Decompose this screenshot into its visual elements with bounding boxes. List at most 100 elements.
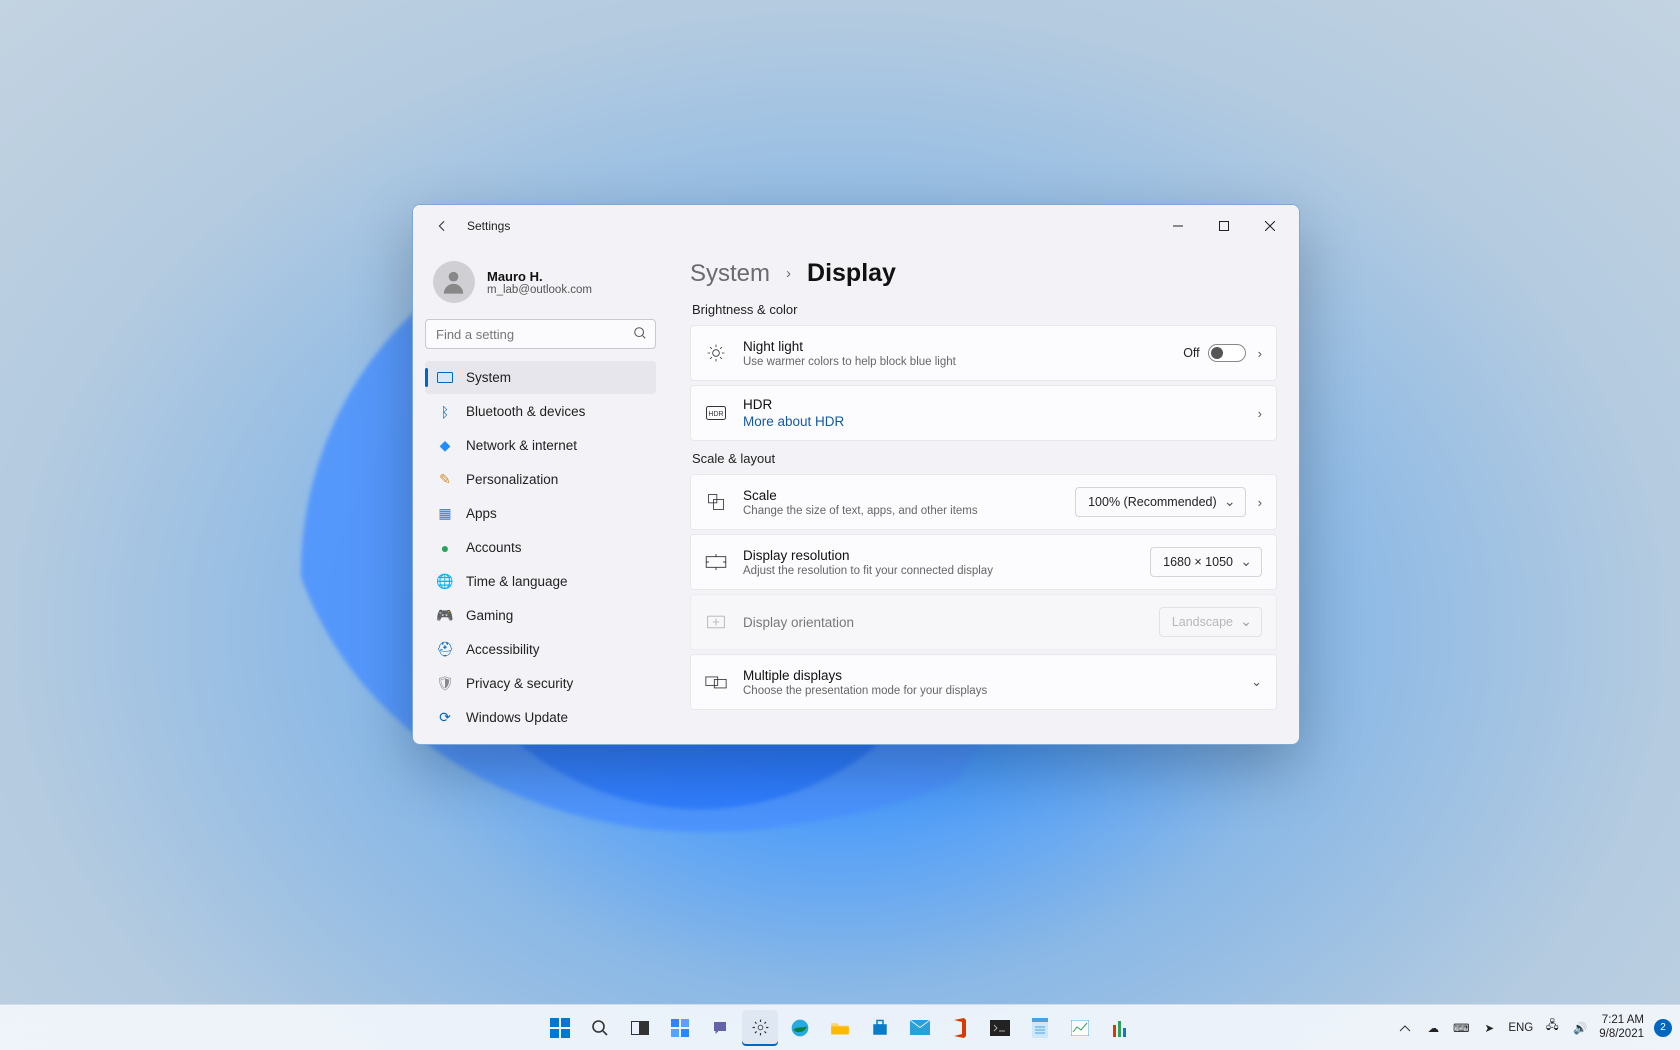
location-icon[interactable]: ➤ (1480, 1019, 1498, 1037)
maximize-icon (1219, 221, 1229, 231)
keyboard-icon[interactable]: ⌨ (1452, 1019, 1470, 1037)
row-night-light[interactable]: Night light Use warmer colors to help bl… (690, 325, 1277, 381)
taskview-icon (631, 1021, 649, 1035)
widgets-button[interactable] (662, 1010, 698, 1046)
terminal-button[interactable] (982, 1010, 1018, 1046)
avatar (433, 261, 475, 303)
onedrive-icon[interactable]: ☁ (1424, 1019, 1442, 1037)
breadcrumb-leaf: Display (807, 259, 896, 288)
multi-display-icon (705, 674, 727, 690)
office-button[interactable] (942, 1010, 978, 1046)
taskbar-center (542, 1010, 1138, 1046)
tray-overflow-button[interactable] (1396, 1019, 1414, 1037)
chat-button[interactable] (702, 1010, 738, 1046)
close-icon (1265, 221, 1275, 231)
start-button[interactable] (542, 1010, 578, 1046)
mail-icon (910, 1020, 930, 1035)
profile-block[interactable]: Mauro H. m_lab@outlook.com (425, 255, 656, 313)
night-light-toggle[interactable]: Off (1183, 344, 1245, 362)
app-button-extra[interactable] (1102, 1010, 1138, 1046)
resolution-select[interactable]: 1680 × 1050 (1150, 547, 1262, 577)
sidebar-item-accounts[interactable]: ● Accounts (425, 531, 656, 564)
resolution-title: Display resolution (743, 548, 1134, 563)
store-button[interactable] (862, 1010, 898, 1046)
sidebar-item-bluetooth[interactable]: ᛒ Bluetooth & devices (425, 395, 656, 428)
task-view-button[interactable] (622, 1010, 658, 1046)
sidebar-item-label: System (466, 370, 511, 385)
app-title: Settings (467, 219, 510, 233)
sidebar-item-windows-update[interactable]: ⟳ Windows Update (425, 701, 656, 734)
terminal-icon (990, 1020, 1010, 1036)
person-icon: ● (437, 540, 453, 556)
volume-icon[interactable]: 🔊 (1571, 1019, 1589, 1037)
network-tray-icon[interactable]: 🖧 (1543, 1019, 1561, 1037)
breadcrumb: System › Display (690, 259, 1277, 288)
profile-email: m_lab@outlook.com (487, 284, 592, 296)
file-explorer-button[interactable] (822, 1010, 858, 1046)
maximize-button[interactable] (1201, 210, 1247, 242)
search-input[interactable] (425, 319, 656, 349)
minimize-button[interactable] (1155, 210, 1201, 242)
bluetooth-icon: ᛒ (437, 404, 453, 420)
sidebar-item-privacy[interactable]: 🛡 Privacy & security (425, 667, 656, 700)
row-resolution[interactable]: Display resolution Adjust the resolution… (690, 534, 1277, 590)
taskbar: ☁ ⌨ ➤ ENG 🖧 🔊 7:21 AM 9/8/2021 2 (0, 1004, 1680, 1050)
chevron-up-icon (1399, 1024, 1411, 1032)
sidebar-item-network[interactable]: ◆ Network & internet (425, 429, 656, 462)
orientation-title: Display orientation (743, 615, 1143, 630)
clock[interactable]: 7:21 AM 9/8/2021 (1599, 1014, 1644, 1040)
row-hdr[interactable]: HDR HDR More about HDR › (690, 385, 1277, 441)
sidebar-item-gaming[interactable]: 🎮 Gaming (425, 599, 656, 632)
resolution-icon (705, 554, 727, 570)
edge-icon (790, 1018, 810, 1038)
breadcrumb-root[interactable]: System (690, 260, 770, 288)
scale-select[interactable]: 100% (Recommended) (1075, 487, 1246, 517)
notifications-button[interactable]: 2 (1654, 1019, 1672, 1037)
back-button[interactable] (427, 211, 457, 241)
sun-icon (705, 343, 727, 363)
sidebar-item-label: Bluetooth & devices (466, 404, 585, 419)
sidebar-nav: System ᛒ Bluetooth & devices ◆ Network &… (425, 361, 656, 734)
resolution-sub: Adjust the resolution to fit your connec… (743, 565, 1134, 577)
row-multiple-displays[interactable]: Multiple displays Choose the presentatio… (690, 654, 1277, 710)
arrow-left-icon (435, 219, 449, 233)
bars-icon (1113, 1019, 1127, 1037)
brush-icon: ✎ (437, 472, 453, 488)
orientation-icon (705, 614, 727, 630)
apps-icon: ▦ (437, 506, 453, 522)
notepad-button[interactable] (1022, 1010, 1058, 1046)
sidebar-item-label: Accessibility (466, 642, 540, 657)
sidebar-item-label: Apps (466, 506, 497, 521)
sidebar-item-accessibility[interactable]: ⛑ Accessibility (425, 633, 656, 666)
sidebar-item-apps[interactable]: ▦ Apps (425, 497, 656, 530)
sidebar-item-time-language[interactable]: 🌐 Time & language (425, 565, 656, 598)
sidebar-item-label: Privacy & security (466, 676, 573, 691)
sidebar-item-label: Network & internet (466, 438, 577, 453)
language-indicator[interactable]: ENG (1508, 1022, 1533, 1034)
sidebar-item-system[interactable]: System (425, 361, 656, 394)
windows-icon (550, 1018, 570, 1038)
row-scale[interactable]: Scale Change the size of text, apps, and… (690, 474, 1277, 530)
chat-icon (711, 1019, 729, 1037)
chevron-down-icon: ⌄ (1251, 674, 1262, 690)
titlebar: Settings (413, 205, 1299, 247)
gamepad-icon: 🎮 (437, 608, 453, 624)
section-scale-heading: Scale & layout (692, 451, 1277, 466)
hdr-more-link[interactable]: More about HDR (743, 414, 1242, 429)
toggle-track (1208, 344, 1246, 362)
scale-icon (705, 492, 727, 512)
close-button[interactable] (1247, 210, 1293, 242)
edge-button[interactable] (782, 1010, 818, 1046)
sidebar-item-personalization[interactable]: ✎ Personalization (425, 463, 656, 496)
mail-button[interactable] (902, 1010, 938, 1046)
settings-taskbar-button[interactable] (742, 1010, 778, 1046)
taskmanager-button[interactable] (1062, 1010, 1098, 1046)
sidebar: Mauro H. m_lab@outlook.com System ᛒ Blue… (413, 247, 668, 744)
office-icon (952, 1018, 968, 1038)
hdr-icon: HDR (705, 406, 727, 420)
scale-title: Scale (743, 488, 1059, 503)
accessibility-icon: ⛑ (437, 642, 453, 658)
sidebar-item-label: Personalization (466, 472, 558, 487)
search-button[interactable] (582, 1010, 618, 1046)
clock-time: 7:21 AM (1599, 1014, 1644, 1027)
